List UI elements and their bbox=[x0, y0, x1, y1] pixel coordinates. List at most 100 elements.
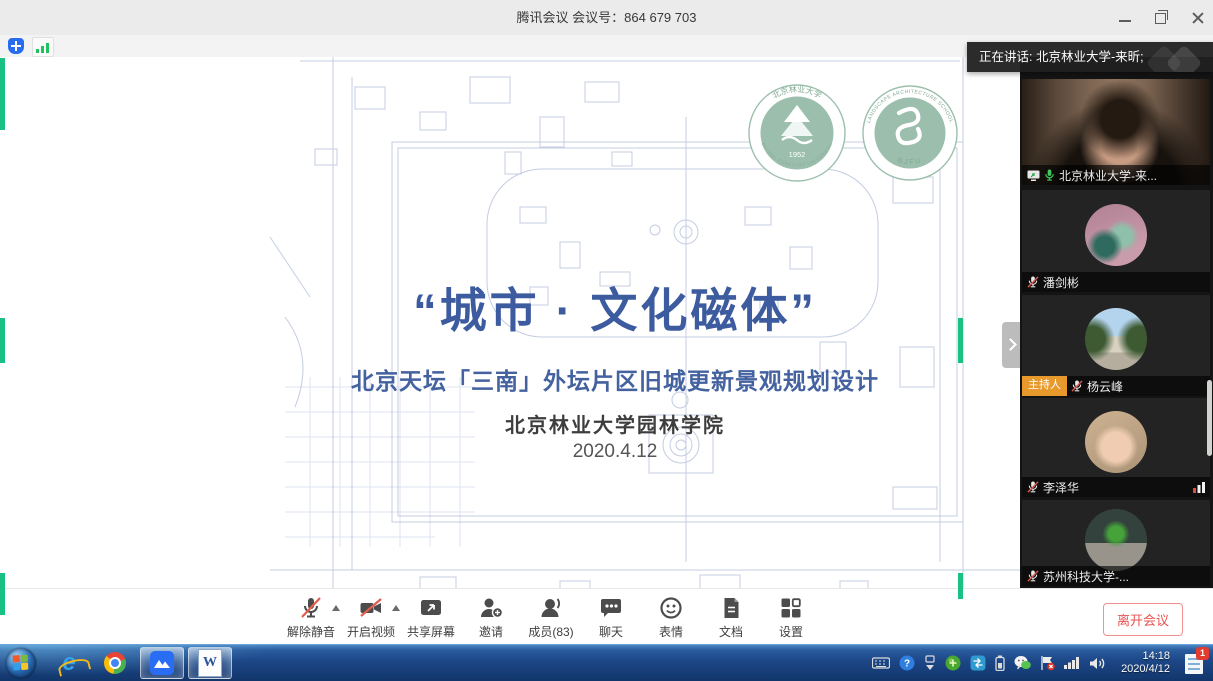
notification-badge: 1 bbox=[1196, 647, 1209, 660]
mic-muted-icon bbox=[1027, 276, 1039, 288]
minimize-icon bbox=[1119, 11, 1131, 22]
show-hidden-icons-caret[interactable] bbox=[924, 655, 936, 671]
bfu-logo: 北京林业大学 BEIJING FORESTRY UNIVERSITY 1952 bbox=[747, 83, 847, 183]
host-badge: 主持人 bbox=[1022, 376, 1067, 396]
meeting-control-bar: 解除静音 开启视频 共享屏幕 bbox=[0, 588, 1213, 646]
close-button[interactable] bbox=[1191, 11, 1205, 25]
share-border-segment bbox=[958, 573, 963, 599]
network-signal-icon[interactable] bbox=[1064, 656, 1080, 670]
settings-button[interactable]: 设置 bbox=[761, 594, 821, 640]
wechat-icon[interactable] bbox=[1014, 655, 1031, 671]
speaking-banner-text: 正在讲话: 北京林业大学-来昕; bbox=[979, 50, 1144, 64]
chat-button[interactable]: 聊天 bbox=[581, 594, 641, 640]
sharing-screen-icon bbox=[1027, 170, 1040, 181]
participant-tile[interactable]: 潘剑彬 bbox=[1022, 190, 1210, 292]
action-center-flag-icon[interactable] bbox=[1040, 655, 1055, 671]
participant-name: 北京林业大学-来... bbox=[1059, 167, 1157, 184]
emoji-label: 表情 bbox=[641, 623, 701, 640]
leave-meeting-button[interactable]: 离开会议 bbox=[1103, 603, 1183, 636]
slide-date: 2020.4.12 bbox=[210, 441, 1020, 463]
clock-time: 14:18 bbox=[1121, 650, 1170, 663]
participant-tile[interactable]: 李泽华 bbox=[1022, 398, 1210, 497]
mic-muted-icon bbox=[298, 595, 324, 621]
avatar bbox=[1085, 308, 1147, 370]
avatar bbox=[1085, 509, 1147, 571]
docs-label: 文档 bbox=[701, 623, 761, 640]
slide-organization: 北京林业大学园林学院 bbox=[210, 409, 1020, 438]
restore-icon bbox=[1155, 13, 1166, 24]
members-label: 成员(83) bbox=[521, 623, 581, 640]
landscape-school-logo: LANDSCAPE ARCHITECTURE SCHOOL BJFU bbox=[860, 83, 960, 183]
input-help-icon[interactable]: ? bbox=[899, 655, 915, 671]
security-shield-icon[interactable] bbox=[8, 38, 24, 54]
mic-muted-icon bbox=[1027, 481, 1039, 493]
window-controls bbox=[1119, 0, 1205, 35]
slide-title: “城市 · 文化磁体” bbox=[210, 272, 1020, 341]
poor-network-icon bbox=[1193, 481, 1205, 493]
start-video-label: 开启视频 bbox=[341, 623, 401, 640]
restore-button[interactable] bbox=[1155, 11, 1169, 25]
taskbar-meeting-button[interactable] bbox=[140, 647, 184, 679]
battery-icon[interactable] bbox=[995, 655, 1005, 671]
share-screen-label: 共享屏幕 bbox=[401, 623, 461, 640]
participant-tile[interactable]: 北京林业大学-来... bbox=[1022, 79, 1210, 185]
slide-subtitle: 北京天坛「三南」外坛片区旧城更新景观规划设计 bbox=[210, 362, 1020, 396]
minimize-button[interactable] bbox=[1119, 11, 1133, 25]
participant-name: 潘剑彬 bbox=[1043, 274, 1079, 291]
keyboard-icon[interactable] bbox=[872, 656, 890, 670]
docs-button[interactable]: 文档 bbox=[701, 594, 761, 640]
participant-name: 苏州科技大学-... bbox=[1043, 568, 1129, 585]
clock-date: 2020/4/12 bbox=[1121, 663, 1170, 676]
members-button[interactable]: 成员(83) bbox=[521, 594, 581, 640]
invite-label: 邀请 bbox=[461, 623, 521, 640]
share-border-segment bbox=[0, 573, 5, 615]
participant-name: 杨云峰 bbox=[1087, 378, 1123, 395]
docs-icon bbox=[718, 595, 744, 621]
avatar bbox=[1085, 204, 1147, 266]
tencent-meeting-icon bbox=[150, 651, 174, 675]
sidebar-scrollbar[interactable] bbox=[1207, 380, 1212, 456]
unmute-button[interactable]: 解除静音 bbox=[281, 594, 341, 640]
emoji-button[interactable]: 表情 bbox=[641, 594, 701, 640]
share-border-segment bbox=[0, 318, 5, 363]
avatar bbox=[1085, 411, 1147, 473]
participant-tile[interactable]: 主持人 杨云峰 bbox=[1022, 295, 1210, 396]
remote-desktop-icon[interactable] bbox=[970, 655, 986, 671]
share-screen-button[interactable]: 共享屏幕 bbox=[401, 594, 461, 640]
chat-label: 聊天 bbox=[581, 623, 641, 640]
window-titlebar: 腾讯会议 会议号：864 679 703 bbox=[0, 0, 1213, 35]
meeting-logo-watermark bbox=[1166, 45, 1203, 72]
network-quality-icon[interactable] bbox=[32, 37, 54, 57]
shared-screen-slide: 北京林业大学 BEIJING FORESTRY UNIVERSITY 1952 … bbox=[0, 57, 1020, 645]
mic-muted-icon bbox=[1027, 570, 1039, 582]
video-options-caret[interactable] bbox=[392, 605, 400, 611]
speaking-banner: 正在讲话: 北京林业大学-来昕; bbox=[967, 42, 1213, 72]
emoji-icon bbox=[658, 595, 684, 621]
camera-off-icon bbox=[358, 595, 384, 621]
members-icon bbox=[538, 595, 564, 621]
taskbar-ie-button[interactable]: e bbox=[48, 648, 90, 678]
svg-text:?: ? bbox=[904, 659, 910, 670]
taskbar-chrome-button[interactable] bbox=[94, 648, 136, 678]
sidebar-collapse-handle[interactable] bbox=[1002, 322, 1020, 368]
internet-explorer-icon: e bbox=[62, 651, 75, 675]
antivirus-icon[interactable] bbox=[945, 655, 961, 671]
system-tray: ? bbox=[872, 650, 1213, 676]
sticky-notes-icon[interactable]: 1 bbox=[1183, 650, 1207, 676]
unmute-label: 解除静音 bbox=[281, 623, 341, 640]
invite-icon bbox=[478, 595, 504, 621]
invite-button[interactable]: 邀请 bbox=[461, 594, 521, 640]
windows-taskbar: e W ? bbox=[0, 644, 1213, 681]
participant-tile[interactable]: 苏州科技大学-... bbox=[1022, 500, 1210, 586]
volume-icon[interactable] bbox=[1089, 656, 1106, 671]
start-button[interactable] bbox=[6, 648, 36, 678]
svg-text:1952: 1952 bbox=[789, 150, 806, 159]
taskbar-word-button[interactable]: W bbox=[188, 647, 232, 679]
share-screen-icon bbox=[418, 595, 444, 621]
chat-icon bbox=[598, 595, 624, 621]
start-video-button[interactable]: 开启视频 bbox=[341, 594, 401, 640]
mic-options-caret[interactable] bbox=[332, 605, 340, 611]
taskbar-clock[interactable]: 14:18 2020/4/12 bbox=[1121, 650, 1170, 676]
word-icon: W bbox=[198, 649, 222, 677]
share-border-segment bbox=[958, 318, 963, 363]
